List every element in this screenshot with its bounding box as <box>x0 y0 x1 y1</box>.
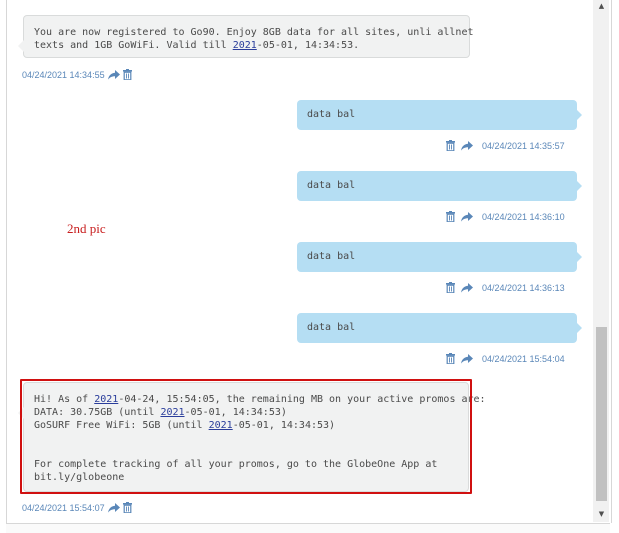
message-timestamp: 04/24/2021 14:36:13 <box>482 282 565 293</box>
message-text <box>34 446 40 457</box>
message-timestamp: 04/24/2021 15:54:04 <box>482 353 565 364</box>
message-text: DATA: 30.75GB (until <box>34 407 161 418</box>
outgoing-message: data bal <box>297 242 582 272</box>
message-line: DATA: 30.75GB (until 2021-05-01, 14:34:5… <box>34 406 458 419</box>
message-timestamp: 04/24/2021 14:35:57 <box>482 140 565 151</box>
forward-arrow-icon[interactable] <box>461 353 473 364</box>
message-timestamp: 04/24/2021 14:36:10 <box>482 211 565 222</box>
forward-arrow-icon[interactable] <box>107 502 120 513</box>
message-meta: 04/24/2021 15:54:04 <box>446 353 565 364</box>
outgoing-message: data bal <box>297 100 582 130</box>
message-text: For complete tracking of all your promos… <box>34 459 438 470</box>
message-meta: 04/24/2021 14:36:13 <box>446 282 565 293</box>
message-text: data bal <box>307 109 356 120</box>
forward-arrow-icon[interactable] <box>107 69 120 80</box>
trash-icon[interactable] <box>446 282 455 293</box>
scroll-up-arrow-icon[interactable]: ▲ <box>596 1 607 12</box>
scrollbar-thumb[interactable] <box>596 327 607 501</box>
message-line: For complete tracking of all your promos… <box>34 458 458 471</box>
message-line: texts and 1GB GoWiFi. Valid till 2021-05… <box>34 39 459 52</box>
message-text: data bal <box>307 322 356 333</box>
message-text: bit.ly/globeone <box>34 472 125 483</box>
message-timestamp: 04/24/2021 14:34:55 <box>22 69 105 80</box>
message-text: texts and 1GB GoWiFi. Valid till <box>34 40 233 51</box>
trash-icon[interactable] <box>122 69 132 80</box>
date-link[interactable]: 2021 <box>209 420 233 431</box>
message-meta: 04/24/2021 14:35:57 <box>446 140 565 151</box>
outgoing-message: data bal <box>297 171 582 201</box>
message-text: Hi! As of <box>34 394 95 405</box>
message-text <box>34 433 40 444</box>
annotation-label: 2nd pic <box>67 221 106 236</box>
message-text: You are now registered to Go90. Enjoy 8G… <box>34 27 474 38</box>
scroll-down-arrow-icon[interactable]: ▼ <box>596 509 607 520</box>
message-text: -04-24, 15:54:05, the remaining MB on yo… <box>118 394 486 405</box>
message-text: -05-01, 14:34:53. <box>256 40 360 51</box>
message-meta: 04/24/2021 15:54:07 <box>22 502 132 513</box>
message-line: Hi! As of 2021-04-24, 15:54:05, the rema… <box>34 393 486 406</box>
message-text: data bal <box>307 180 356 191</box>
date-link[interactable]: 2021 <box>94 394 118 405</box>
message-timestamp: 04/24/2021 15:54:07 <box>22 502 105 513</box>
message-line: bit.ly/globeone <box>34 471 458 484</box>
message-line <box>34 432 458 445</box>
trash-icon[interactable] <box>446 353 455 364</box>
trash-icon[interactable] <box>446 140 455 151</box>
message-line: You are now registered to Go90. Enjoy 8G… <box>34 26 474 39</box>
trash-icon[interactable] <box>446 211 455 222</box>
trash-icon[interactable] <box>122 502 132 513</box>
message-text: -05-01, 14:34:53) <box>232 420 336 431</box>
message-line <box>34 445 458 458</box>
message-line: GoSURF Free WiFi: 5GB (until 2021-05-01,… <box>34 419 458 432</box>
forward-arrow-icon[interactable] <box>461 140 473 151</box>
message-text: data bal <box>307 251 356 262</box>
forward-arrow-icon[interactable] <box>461 282 473 293</box>
message-meta: 04/24/2021 14:34:55 <box>22 69 132 80</box>
forward-arrow-icon[interactable] <box>461 211 473 222</box>
date-link[interactable]: 2021 <box>233 40 257 51</box>
message-meta: 04/24/2021 14:36:10 <box>446 211 565 222</box>
message-text: GoSURF Free WiFi: 5GB (until <box>34 420 209 431</box>
incoming-message: Hi! As of 2021-04-24, 15:54:05, the rema… <box>18 382 486 492</box>
message-text: -05-01, 14:34:53) <box>184 407 287 418</box>
outgoing-message: data bal <box>297 313 582 343</box>
incoming-message: You are now registered to Go90. Enjoy 8G… <box>18 15 474 58</box>
date-link[interactable]: 2021 <box>160 407 184 418</box>
